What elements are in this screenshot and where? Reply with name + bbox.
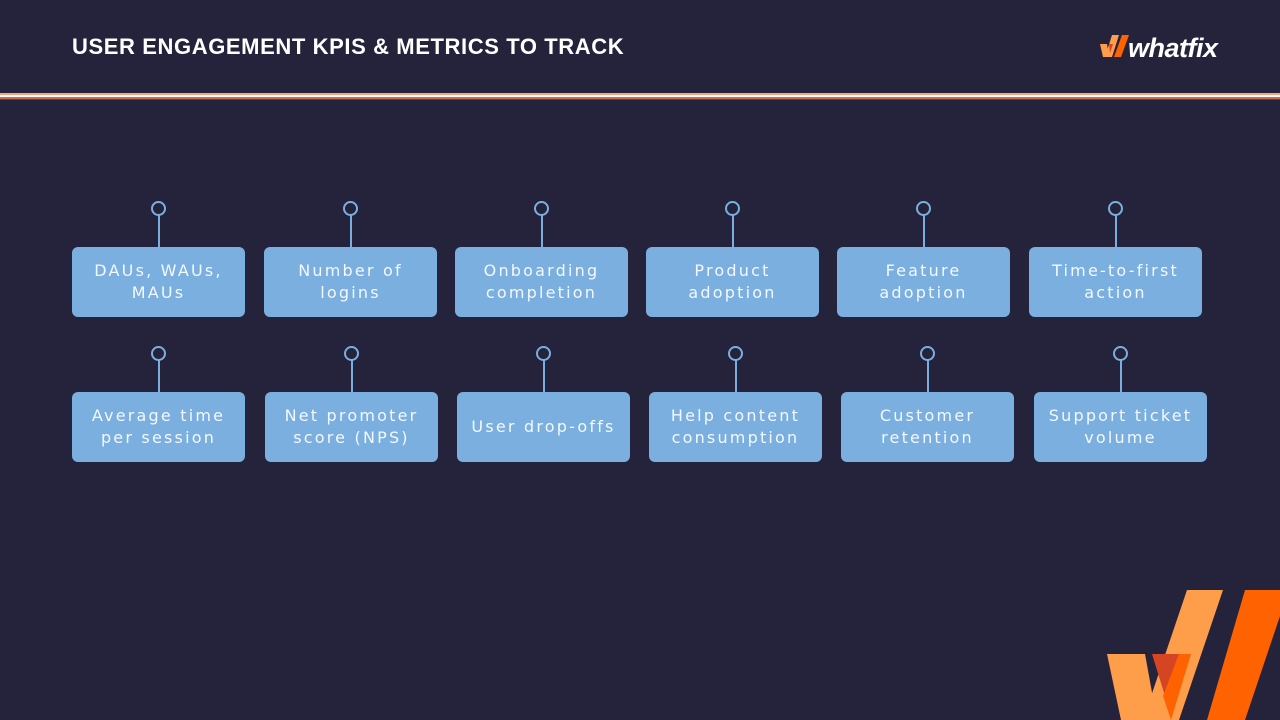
kpi-card-daus-waus-maus: DAUs, WAUs, MAUs — [72, 201, 245, 317]
kpi-label: Average time per session — [72, 392, 245, 462]
kpi-label: Customer retention — [841, 392, 1014, 462]
kpi-card-customer-retention: Customer retention — [841, 346, 1014, 462]
kpi-card-product-adoption: Product adoption — [646, 201, 819, 317]
kpi-label: Net promoter score (NPS) — [265, 392, 438, 462]
connector-line — [542, 359, 545, 392]
kpi-label: Onboarding completion — [455, 247, 628, 317]
connector-line — [540, 214, 543, 247]
connector-line — [349, 214, 352, 247]
kpi-card-support-ticket-volume: Support ticket volume — [1034, 346, 1207, 462]
kpi-label: Feature adoption — [837, 247, 1010, 317]
connector-line — [157, 214, 160, 247]
connector-line — [157, 359, 160, 392]
page-title: USER ENGAGEMENT KPIS & METRICS TO TRACK — [72, 34, 625, 59]
kpi-card-net-promoter-score: Net promoter score (NPS) — [265, 346, 438, 462]
kpi-card-onboarding-completion: Onboarding completion — [455, 201, 628, 317]
kpi-label: Number of logins — [264, 247, 437, 317]
kpi-label: User drop-offs — [457, 392, 630, 462]
kpi-label: Time-to-first action — [1029, 247, 1202, 317]
connector-line — [731, 214, 734, 247]
kpi-label: Support ticket volume — [1034, 392, 1207, 462]
connector-line — [926, 359, 929, 392]
kpi-card-help-content-consumption: Help content consumption — [649, 346, 822, 462]
connector-line — [1119, 359, 1122, 392]
header-divider — [0, 93, 1280, 101]
connector-line — [1114, 214, 1117, 247]
kpi-card-feature-adoption: Feature adoption — [837, 201, 1010, 317]
whatfix-corner-logo-icon — [1107, 590, 1280, 720]
kpi-card-number-of-logins: Number of logins — [264, 201, 437, 317]
kpi-label: DAUs, WAUs, MAUs — [72, 247, 245, 317]
kpi-card-time-to-first-action: Time-to-first action — [1029, 201, 1202, 317]
whatfix-logo-icon — [1100, 35, 1129, 57]
connector-line — [350, 359, 353, 392]
kpi-card-average-time-per-session: Average time per session — [72, 346, 245, 462]
connector-line — [922, 214, 925, 247]
brand-logo: whatfix — [1100, 28, 1218, 68]
kpi-label: Product adoption — [646, 247, 819, 317]
connector-line — [734, 359, 737, 392]
kpi-label: Help content consumption — [649, 392, 822, 462]
kpi-card-user-drop-offs: User drop-offs — [457, 346, 630, 462]
brand-name: whatfix — [1128, 33, 1218, 63]
